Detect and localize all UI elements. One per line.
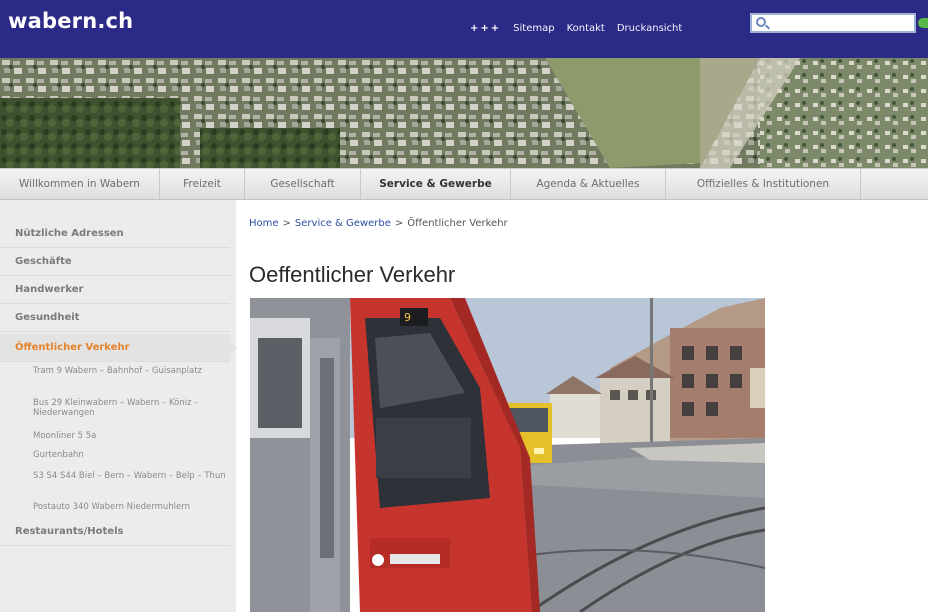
search-submit-button[interactable] [918,18,928,28]
sidebar: Nützliche Adressen Geschäfte Handwerker … [0,200,237,612]
top-navigation: +++ Sitemap Kontakt Druckansicht [470,20,682,36]
aerial-banner-image [0,58,928,168]
sidebar-item-handwerker[interactable]: Handwerker [0,276,230,304]
subitem-s-bahn[interactable]: S3 S4 S44 Biel – Bern – Wabern – Belp – … [33,471,229,481]
tab-agenda-aktuelles[interactable]: Agenda & Aktuelles [511,169,666,199]
search-input[interactable] [750,13,916,33]
breadcrumb-current: Öffentlicher Verkehr [407,218,508,229]
subitem-moonliner[interactable]: Moonliner 5 5a [33,431,229,441]
site-logo[interactable]: wabern.ch [8,9,133,33]
page-title: Oeffentlicher Verkehr [249,262,456,287]
svg-text:9: 9 [404,311,411,324]
site-header: wabern.ch +++ Sitemap Kontakt Druckansic… [0,0,928,58]
breadcrumb-separator: > [394,218,404,229]
breadcrumb-separator: > [282,218,291,229]
tab-freizeit[interactable]: Freizeit [160,169,245,199]
breadcrumb-service-link[interactable]: Service & Gewerbe [295,218,391,229]
sidebar-item-oeffentlicher-verkehr[interactable]: Öffentlicher Verkehr [0,334,237,362]
main-navigation: Willkommen in Wabern Freizeit Gesellscha… [0,168,928,200]
kontakt-link[interactable]: Kontakt [567,23,605,34]
tram-photo: 9 [250,298,765,612]
tab-service-gewerbe[interactable]: Service & Gewerbe [361,169,511,199]
subitem-tram-9[interactable]: Tram 9 Wabern – Bahnhof – Guisanplatz [33,366,229,376]
subitem-bus-29[interactable]: Bus 29 Kleinwabern – Wabern – Köniz – Ni… [33,398,229,418]
subitem-gurtenbahn[interactable]: Gurtenbahn [33,450,229,460]
sidebar-item-restaurants-hotels[interactable]: Restaurants/Hotels [0,518,230,546]
tab-offizielles-institutionen[interactable]: Offizielles & Institutionen [666,169,861,199]
tab-gesellschaft[interactable]: Gesellschaft [245,169,361,199]
search-icon [756,17,766,27]
druckansicht-link[interactable]: Druckansicht [617,23,682,34]
tab-willkommen[interactable]: Willkommen in Wabern [0,169,160,199]
subitem-postauto-340[interactable]: Postauto 340 Wabern Niedermuhlern [33,502,229,512]
breadcrumb: Home > Service & Gewerbe > Öffentlicher … [249,218,508,229]
sidebar-item-gesundheit[interactable]: Gesundheit [0,304,230,332]
sidebar-item-nuetzliche-adressen[interactable]: Nützliche Adressen [0,220,230,248]
breadcrumb-home-link[interactable]: Home [249,218,279,229]
sidebar-item-geschaefte[interactable]: Geschäfte [0,248,230,276]
plus-decoration: +++ [470,22,502,34]
sitemap-link[interactable]: Sitemap [513,23,554,34]
